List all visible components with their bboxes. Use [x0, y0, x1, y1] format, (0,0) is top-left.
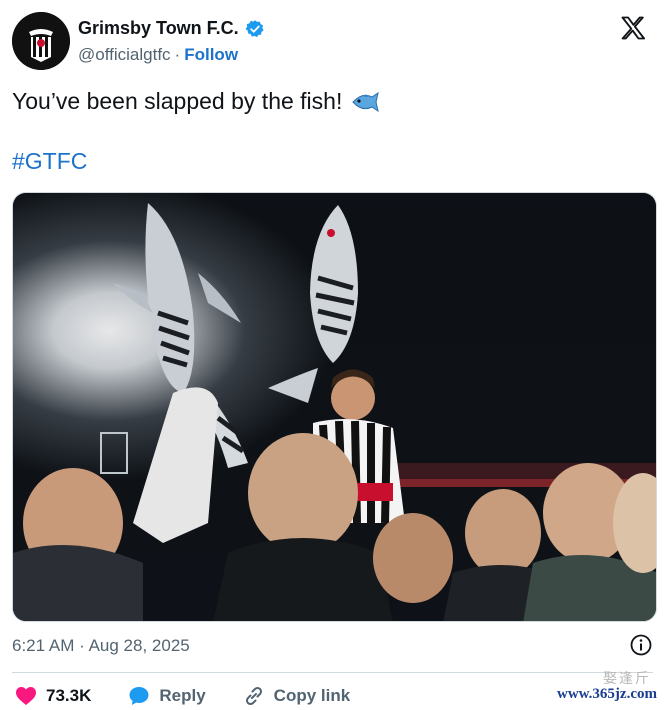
like-button[interactable]: 73.3K [14, 684, 91, 708]
x-logo-icon[interactable] [619, 14, 647, 42]
tweet-time: 6:21 AM [12, 636, 75, 655]
info-icon[interactable] [629, 633, 653, 657]
heart-icon [16, 687, 36, 705]
fish-icon [352, 91, 380, 112]
reply-button[interactable]: Reply [127, 684, 206, 708]
watermark: www.365jz.com [557, 686, 657, 702]
celebration-photo [13, 193, 656, 621]
reply-label: Reply [159, 686, 206, 705]
handle-separator: · [174, 45, 181, 64]
watermark-chinese: 娶逢斤 [603, 670, 651, 686]
tweet-timestamp[interactable]: 6:21 AM · Aug 28, 2025 [12, 636, 190, 656]
copy-link-button[interactable]: Copy link [242, 684, 351, 708]
avatar[interactable] [12, 12, 70, 70]
grimsby-crest-icon [12, 12, 70, 70]
follow-button[interactable]: Follow [184, 45, 238, 65]
verified-badge-icon [245, 19, 264, 37]
like-count: 73.3K [46, 686, 92, 705]
meta-separator: · [79, 636, 85, 655]
reply-bubble-icon [129, 687, 149, 705]
tweet-photo[interactable] [12, 192, 657, 622]
account-name[interactable]: Grimsby Town F.C. [78, 18, 239, 39]
hashtag-link[interactable]: #GTFC [12, 148, 87, 175]
copy-link-label: Copy link [273, 686, 351, 705]
link-icon [245, 686, 262, 706]
divider [12, 672, 653, 673]
account-handle[interactable]: @officialgtfc [78, 45, 171, 65]
tweet-date: Aug 28, 2025 [88, 636, 190, 655]
tweet-text: You’ve been slapped by the fish! [12, 88, 343, 114]
